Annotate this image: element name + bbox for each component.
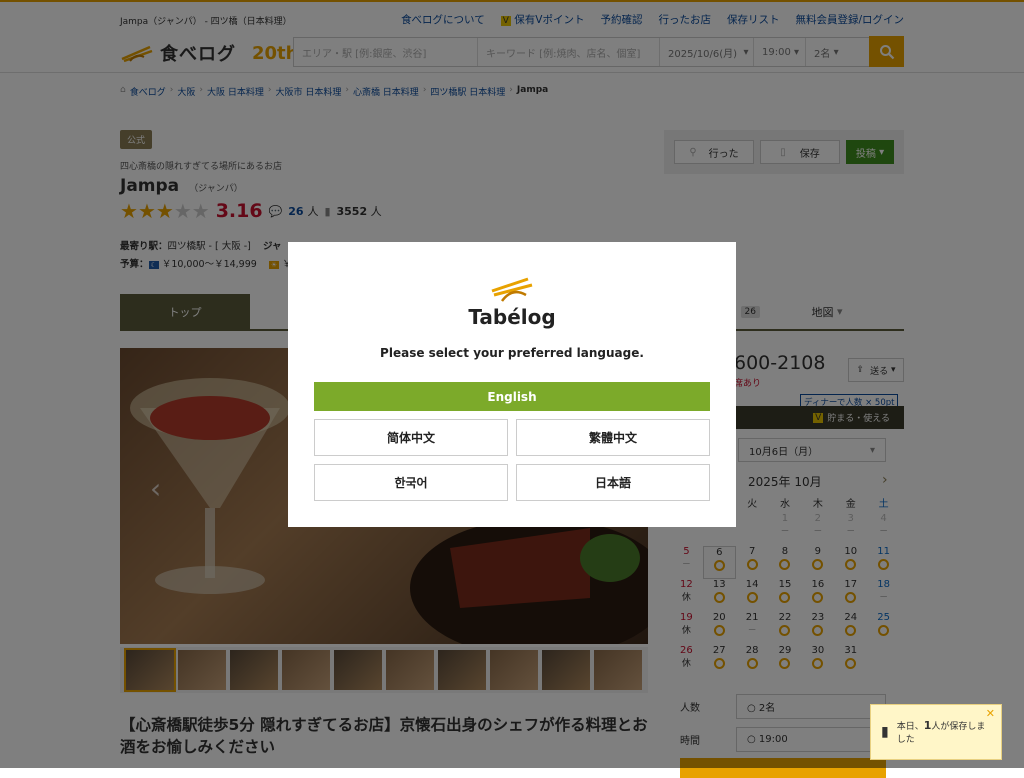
close-icon[interactable]: ✕ [986, 707, 995, 720]
language-modal: Tabélog Please select your preferred lan… [288, 242, 736, 527]
save-toast: ▮ 本日、1人が保存しました ✕ [870, 704, 1002, 760]
toast-message: 本日、1人が保存しました [896, 719, 986, 745]
traditional-chinese-button[interactable]: 繁體中文 [516, 419, 710, 456]
japanese-button[interactable]: 日本語 [516, 464, 710, 501]
brand-name: Tabélog [468, 305, 556, 329]
tabelog-logo: Tabélog [288, 277, 736, 329]
english-button[interactable]: English [314, 382, 710, 411]
korean-button[interactable]: 한국어 [314, 464, 508, 501]
bookmark-icon: ▮ [881, 724, 889, 740]
chopsticks-logo-icon [491, 277, 533, 302]
simplified-chinese-button[interactable]: 简体中文 [314, 419, 508, 456]
language-prompt: Please select your preferred language. [380, 346, 644, 360]
